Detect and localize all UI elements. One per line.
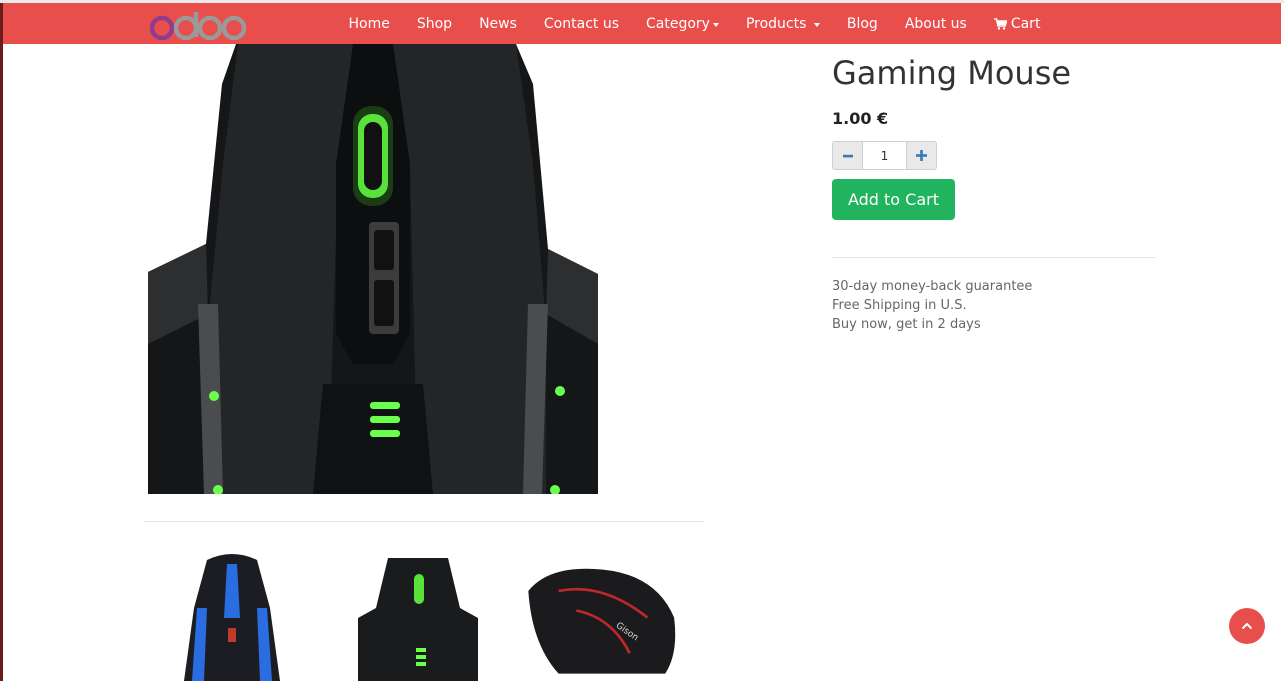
chevron-up-icon (1241, 622, 1253, 630)
guarantee-list: 30-day money-back guarantee Free Shippin… (832, 277, 1032, 334)
nav-label: About us (904, 15, 967, 32)
guarantee-item: Buy now, get in 2 days (832, 317, 981, 332)
scroll-to-top-button[interactable] (1229, 608, 1265, 644)
nav-item-cart[interactable]: Cart (980, 3, 1054, 44)
caret-down-icon (813, 22, 820, 27)
nav-label: Products (745, 15, 811, 32)
product-main-image (148, 44, 598, 494)
nav-label: Blog (846, 15, 878, 32)
nav-item-news[interactable]: News (466, 3, 531, 44)
plus-icon (916, 150, 927, 161)
product-thumbnail-2[interactable] (338, 548, 498, 681)
caret-down-icon (712, 22, 719, 27)
product-price: 1.00 € (832, 109, 889, 128)
image-divider (144, 521, 704, 522)
nav-item-blog[interactable]: Blog (833, 3, 891, 44)
nav-label: Cart (1010, 15, 1041, 32)
product-thumbnail-3[interactable]: Gison (523, 548, 683, 681)
quantity-stepper (832, 141, 937, 171)
quantity-input[interactable] (863, 141, 906, 170)
guarantee-item: Free Shipping in U.S. (832, 298, 967, 313)
nav-item-about-us[interactable]: About us (891, 3, 980, 44)
add-to-cart-button[interactable]: Add to Cart (832, 179, 955, 220)
nav-item-category-dropdown[interactable]: Category (633, 3, 733, 44)
product-title: Gaming Mouse (832, 54, 1072, 92)
nav-label: Home (348, 15, 390, 32)
nav-label: News (479, 15, 517, 32)
nav-item-products-dropdown[interactable]: Products (732, 3, 833, 44)
guarantee-item: 30-day money-back guarantee (832, 279, 1033, 294)
nav-label: Shop (416, 15, 453, 32)
nav-item-home[interactable]: Home (335, 3, 403, 44)
odoo-logo[interactable] (148, 8, 248, 40)
quantity-increase-button[interactable] (906, 141, 937, 170)
nav-label: Category (646, 15, 710, 32)
details-divider (832, 257, 1156, 258)
top-navbar: Home Shop News Contact us Category Produ… (3, 3, 1281, 44)
nav-item-shop[interactable]: Shop (403, 3, 465, 44)
window-left-edge (0, 0, 3, 681)
nav-item-contact-us[interactable]: Contact us (530, 3, 632, 44)
quantity-decrease-button[interactable] (832, 141, 863, 170)
cart-icon (993, 17, 1007, 30)
product-thumbnail-1[interactable] (152, 548, 312, 681)
minus-icon (842, 154, 853, 157)
nav-label: Contact us (543, 15, 619, 32)
main-nav: Home Shop News Contact us Category Produ… (335, 3, 1054, 44)
